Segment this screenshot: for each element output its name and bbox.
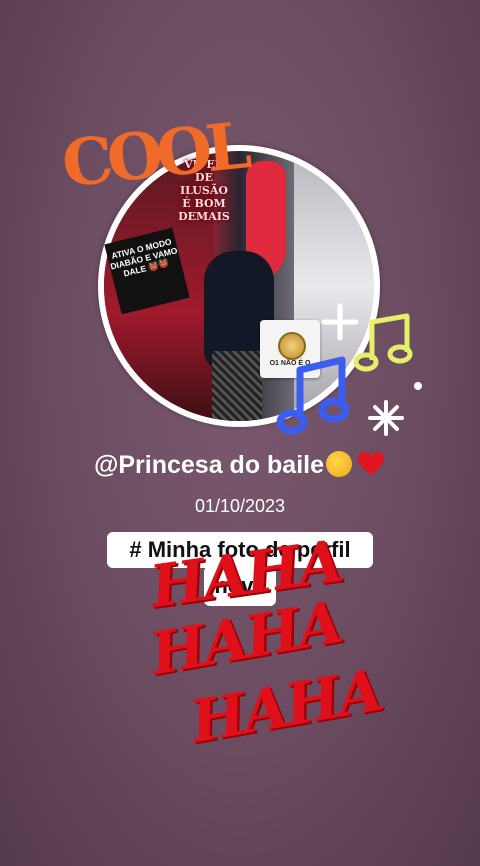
username: @Princesa do baile (93, 451, 325, 479)
dot-sparkle (414, 382, 422, 390)
music-note-icon (276, 356, 350, 435)
music-note-icon (353, 313, 413, 372)
sparkle-icon (368, 400, 404, 436)
red-heart-emoji (357, 451, 385, 475)
username-line: @Princesa do baile (0, 450, 480, 480)
story-screen: VIVER DE ILUSÃO É BOM DEMAIS ATIVA O MOD… (0, 0, 480, 866)
party-face-emoji (326, 451, 353, 477)
post-date: 01/10/2023 (194, 496, 286, 516)
